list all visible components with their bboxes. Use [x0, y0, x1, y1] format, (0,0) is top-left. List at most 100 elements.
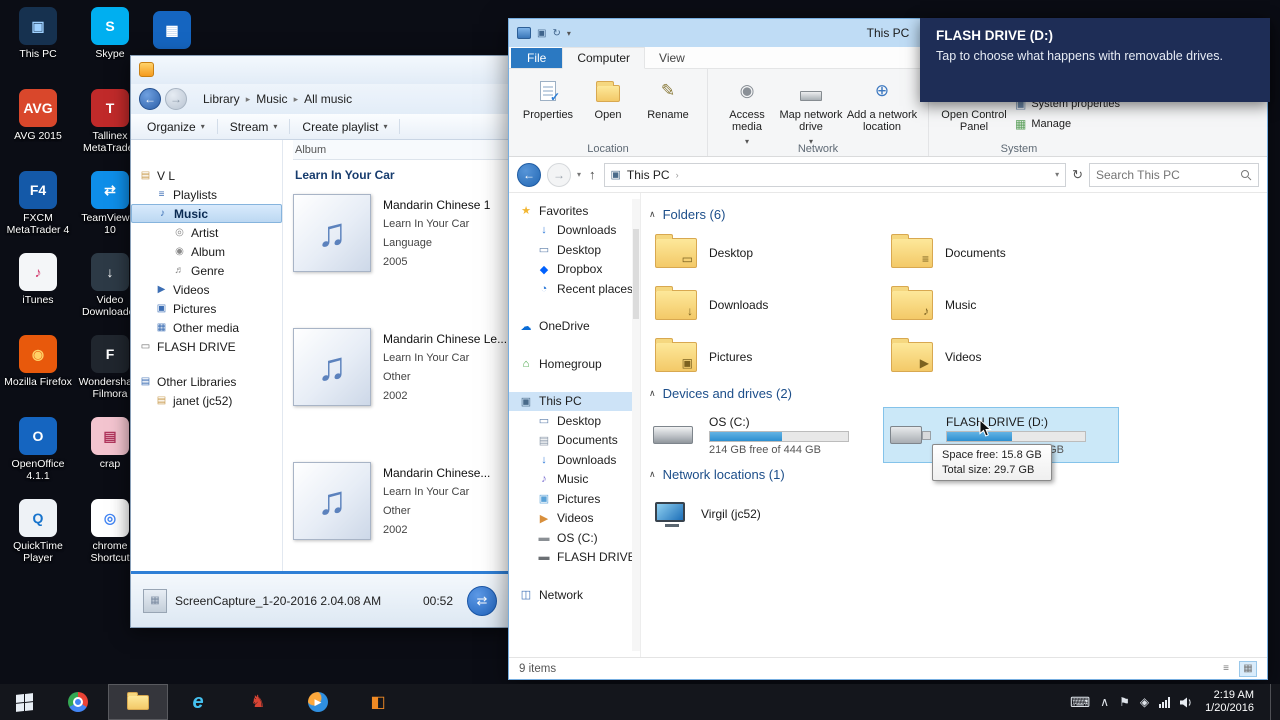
nav-item[interactable]: ▶ Videos — [509, 509, 640, 529]
nav-item[interactable]: ☁ OneDrive — [509, 317, 640, 337]
toolbar-menu-button[interactable]: Organize ▾ — [137, 117, 215, 137]
tree-item[interactable]: ▣ Pictures — [131, 299, 282, 318]
tree-item[interactable]: ♬ Genre — [131, 261, 282, 280]
access-media-button[interactable]: ◉ Access media ▾ — [718, 73, 776, 148]
network-icon[interactable] — [1159, 696, 1171, 708]
album-item[interactable]: ♫ Mandarin Chinese Le... Learn In Your C… — [293, 328, 509, 406]
start-button[interactable] — [0, 684, 48, 720]
tree-item[interactable]: ≡ Playlists — [131, 185, 282, 204]
add-network-location-button[interactable]: ⊕ Add a network location — [846, 73, 918, 133]
nav-item[interactable]: ▤ Documents — [509, 431, 640, 451]
breadcrumb-music[interactable]: Music — [256, 92, 287, 106]
nav-item[interactable]: ⌂ Homegroup — [509, 354, 640, 374]
removable-media-icon[interactable]: ◈ — [1140, 695, 1149, 709]
quick-access-item-icon[interactable]: ▣ — [537, 28, 546, 39]
tab-computer[interactable]: Computer — [562, 47, 646, 69]
tree-item[interactable]: ◎ Artist — [131, 223, 282, 242]
nav-item[interactable]: ♪ Music — [509, 470, 640, 490]
folder-item[interactable]: ♪ Music — [883, 280, 1119, 330]
nav-item[interactable]: ▣ Pictures — [509, 489, 640, 509]
manage-button[interactable]: ▦ Manage — [1015, 117, 1120, 131]
address-dropdown-icon[interactable]: ▾ — [1055, 170, 1059, 179]
quick-access-refresh-icon[interactable]: ↻ — [552, 28, 560, 39]
breadcrumb-library[interactable]: Library — [203, 92, 240, 106]
taskbar-internet-explorer-button[interactable]: e — [168, 684, 228, 720]
desktop-icon[interactable]: F4 FXCM MetaTrader 4 — [2, 166, 74, 248]
desktop-icon[interactable]: O OpenOffice 4.1.1 — [2, 412, 74, 494]
up-button[interactable]: ↑ — [589, 167, 596, 182]
tree-item[interactable]: ▤ Other Libraries — [131, 372, 282, 391]
search-input[interactable] — [1096, 167, 1236, 182]
folders-group-header[interactable]: ∧ Folders (6) — [649, 207, 1253, 222]
album-column-header[interactable]: Album — [293, 140, 509, 160]
folder-item[interactable]: ▣ Pictures — [647, 332, 883, 382]
nav-item[interactable]: ★ Favorites — [509, 201, 640, 221]
toolbar-menu-button[interactable]: Stream ▾ — [220, 117, 288, 137]
desktop-icon[interactable]: ▣ This PC — [2, 2, 74, 84]
nav-item[interactable]: ◔ Recent places — [509, 279, 640, 299]
network-location-item[interactable]: Virgil (jc52) — [647, 488, 1253, 540]
taskbar-clock[interactable]: 2:19 AM 1/20/2016 — [1205, 689, 1254, 715]
taskbar-media-player-button[interactable]: ▶ — [288, 684, 348, 720]
refresh-button[interactable]: ↻ — [1072, 167, 1083, 183]
forward-button[interactable]: → — [165, 88, 187, 110]
nav-item[interactable]: ▬ FLASH DRIVE (D — [509, 548, 641, 568]
details-view-button[interactable]: ≡ — [1217, 661, 1235, 677]
address-field[interactable]: ▣ This PC › ▾ — [603, 162, 1067, 187]
nav-item[interactable]: ↓ Downloads — [509, 221, 640, 241]
nav-item[interactable]: ▣ This PC — [509, 391, 640, 411]
nav-item[interactable]: ▭ Desktop — [509, 411, 640, 431]
thumbnails-view-button[interactable]: ▦ — [1239, 660, 1257, 677]
shuffle-button[interactable]: ⇄ — [467, 585, 497, 616]
nav-item[interactable]: ▭ Desktop — [509, 240, 640, 260]
folder-item[interactable]: ▭ Desktop — [647, 228, 883, 278]
tab-view[interactable]: View — [645, 48, 699, 68]
taskbar-metatrader-button[interactable]: ♞ — [228, 684, 288, 720]
tray-chevron-up-icon[interactable]: ∧ — [1100, 695, 1109, 709]
chevron-down-icon[interactable]: ▾ — [567, 29, 571, 38]
tree-item[interactable]: ▤ V L — [131, 166, 282, 185]
folder-item[interactable]: ▶ Videos — [883, 332, 1119, 382]
folder-item[interactable]: ≡ Documents — [883, 228, 1119, 278]
history-dropdown-icon[interactable]: ▾ — [577, 170, 581, 179]
desktop-icon[interactable]: ◉ Mozilla Firefox — [2, 330, 74, 412]
action-center-icon[interactable]: ⚑ — [1119, 695, 1130, 709]
show-desktop-button[interactable] — [1270, 684, 1276, 720]
map-network-drive-button[interactable]: Map network drive ▾ — [778, 73, 844, 148]
tab-file[interactable]: File — [511, 48, 563, 68]
desktop-icon[interactable]: Q QuickTime Player — [2, 494, 74, 576]
tree-item[interactable]: ◉ Album — [131, 242, 282, 261]
properties-button[interactable]: ✓ Properties — [519, 73, 577, 121]
address-path[interactable]: This PC — [627, 168, 670, 182]
volume-icon[interactable] — [1180, 697, 1193, 708]
desktop-icon[interactable]: ♪ iTunes — [2, 248, 74, 330]
tree-item[interactable]: ♪ Music — [131, 204, 282, 223]
open-button[interactable]: Open — [579, 73, 637, 121]
album-item[interactable]: ♫ Mandarin Chinese... Learn In Your Car … — [293, 462, 509, 540]
folder-item[interactable]: ↓ Downloads — [647, 280, 883, 330]
touch-keyboard-icon[interactable]: ⌨ — [1070, 694, 1090, 711]
tree-item[interactable]: ▭ FLASH DRIVE — [131, 337, 282, 356]
taskbar-chrome-button[interactable] — [48, 684, 108, 720]
breadcrumb-all-music[interactable]: All music — [304, 92, 352, 106]
removable-drive-toast[interactable]: FLASH DRIVE (D:) Tap to choose what happ… — [920, 18, 1270, 102]
desktop-icon[interactable]: AVG AVG 2015 — [2, 84, 74, 166]
nav-item[interactable]: ↓ Downloads — [509, 450, 640, 470]
nav-scrollbar[interactable] — [632, 199, 640, 651]
back-button[interactable]: ← — [517, 162, 541, 187]
devices-group-header[interactable]: ∧ Devices and drives (2) — [649, 386, 1253, 401]
toolbar-menu-button[interactable]: Create playlist ▾ — [292, 117, 397, 137]
desktop-icon[interactable]: ▦ — [150, 6, 194, 49]
taskbar-app-button[interactable]: ◧ — [348, 684, 408, 720]
rename-button[interactable]: ✎ Rename — [639, 73, 697, 121]
tree-item[interactable]: ▤ janet (jc52) — [131, 391, 282, 410]
nav-item[interactable]: ▬ OS (C:) — [509, 528, 640, 548]
back-button[interactable]: ← — [139, 88, 161, 110]
drive-item[interactable]: OS (C:) 214 GB free of 444 GB — [647, 407, 883, 463]
tree-item[interactable]: ▶ Videos — [131, 280, 282, 299]
forward-button[interactable]: → — [547, 162, 571, 187]
taskbar-file-explorer-button[interactable] — [108, 684, 168, 720]
nav-item[interactable]: ◫ Network — [509, 585, 640, 605]
album-item[interactable]: ♫ Mandarin Chinese 1 Learn In Your Car L… — [293, 194, 509, 272]
nav-item[interactable]: ◆ Dropbox — [509, 260, 640, 280]
